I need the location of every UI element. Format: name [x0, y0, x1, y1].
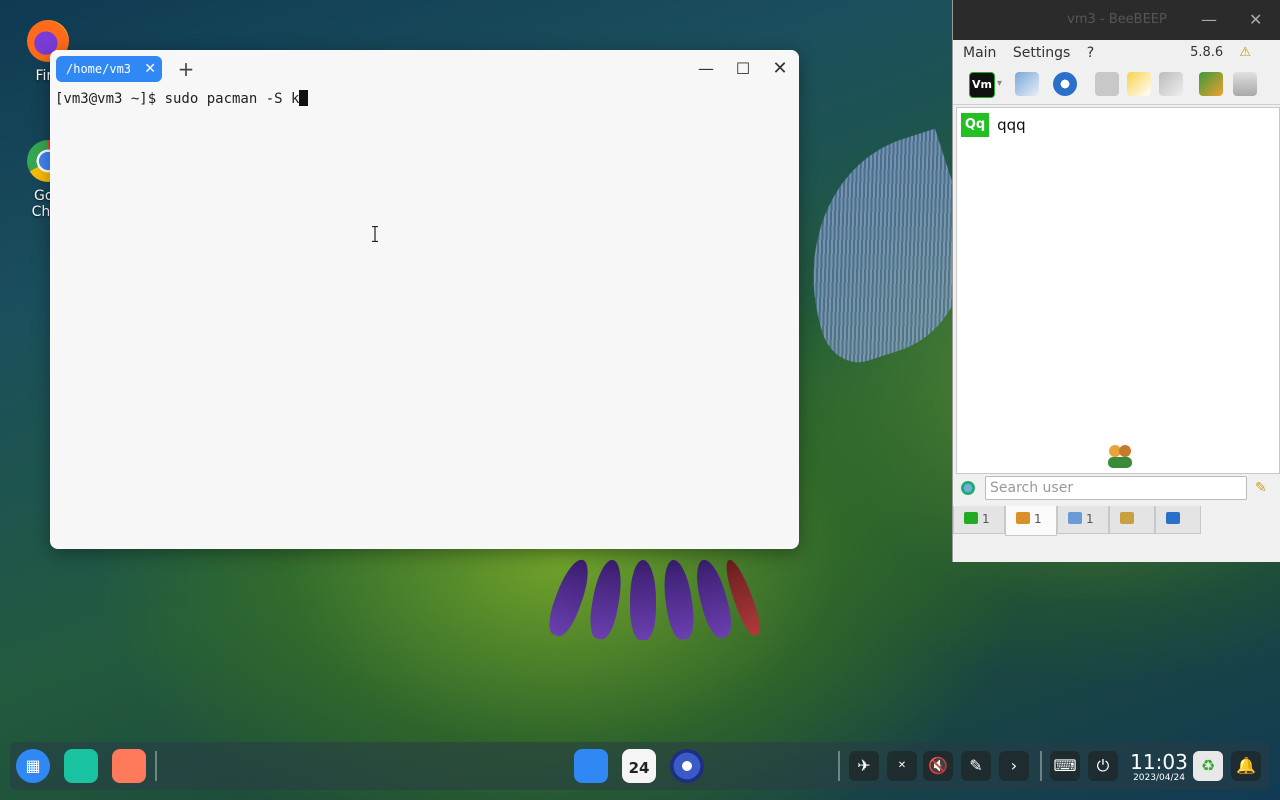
- close-button[interactable]: ✕: [766, 58, 794, 80]
- tab-group-chats[interactable]: [1109, 506, 1155, 534]
- notification-bell-icon[interactable]: 🔔: [1231, 751, 1261, 781]
- tools-icon[interactable]: [1159, 72, 1183, 96]
- version-label: 5.8.6 ⚠: [1190, 45, 1251, 60]
- beebeep-toolbar: Vm ▾: [953, 66, 1280, 105]
- close-tab-icon[interactable]: ✕: [144, 56, 156, 82]
- trash-icon[interactable]: [1233, 72, 1257, 96]
- home-icon[interactable]: [1095, 72, 1119, 96]
- chat-icon: [1068, 512, 1082, 524]
- user-list[interactable]: Qq qqq: [956, 107, 1280, 474]
- tab-chats[interactable]: 1: [1057, 506, 1109, 534]
- beebeep-window[interactable]: vm3 - BeeBEEP — ✕ Main Settings ? 5.8.6 …: [952, 0, 1280, 562]
- menu-settings[interactable]: Settings: [1013, 45, 1070, 61]
- network-icon[interactable]: [1053, 72, 1077, 96]
- terminal-tab-label: /home/vm3: [66, 62, 132, 76]
- edit-profile-icon[interactable]: [1015, 72, 1039, 96]
- tab-users[interactable]: 1: [953, 506, 1005, 534]
- avatar: Qq: [961, 113, 989, 137]
- divider: [155, 751, 157, 781]
- menu-main[interactable]: Main: [963, 45, 996, 61]
- new-tab-button[interactable]: +: [174, 56, 198, 82]
- maximize-button[interactable]: ☐: [729, 58, 757, 80]
- status-icon[interactable]: [961, 481, 975, 495]
- close-button[interactable]: ✕: [1249, 10, 1262, 29]
- search-input[interactable]: [985, 476, 1247, 500]
- share-icon: [1166, 512, 1180, 524]
- notification-tray-icon[interactable]: ✕: [887, 751, 917, 781]
- beebeep-titlebar[interactable]: vm3 - BeeBEEP — ✕: [953, 0, 1280, 40]
- minimize-button[interactable]: —: [1201, 10, 1217, 29]
- divider: [1040, 751, 1042, 781]
- search-bar: ✎: [953, 473, 1280, 505]
- calendar-icon[interactable]: 24: [622, 749, 656, 783]
- beebeep-title: vm3 - BeeBEEP: [1067, 12, 1167, 27]
- taskbar: ▦ 24 ✈ ✕ 🔇 ✎ › ⌨ ⏻ 11:03 2023/04/24 ♻ 🔔: [10, 742, 1270, 790]
- clock-date[interactable]: 2023/04/24: [1129, 773, 1189, 783]
- volume-muted-icon[interactable]: 🔇: [923, 751, 953, 781]
- chevron-right-icon[interactable]: ›: [999, 751, 1029, 781]
- divider: [838, 751, 840, 781]
- clock-time[interactable]: 11:03: [1129, 750, 1189, 774]
- multitasking-icon[interactable]: [64, 749, 98, 783]
- settings-gear-icon[interactable]: [670, 749, 704, 783]
- group-icon: [1108, 445, 1132, 468]
- groups-icon: [1120, 512, 1134, 524]
- beebeep-menubar: Main Settings ? 5.8.6 ⚠: [953, 40, 1280, 66]
- terminal-output[interactable]: [vm3@vm3 ~]$ sudo pacman -S k: [50, 88, 799, 109]
- profile-button[interactable]: Vm: [969, 72, 995, 98]
- download-icon[interactable]: [1199, 72, 1223, 96]
- launcher-icon[interactable]: ▦: [16, 749, 50, 783]
- terminal-tab[interactable]: /home/vm3 ✕: [56, 56, 162, 82]
- tab-groups[interactable]: 1: [1005, 506, 1057, 536]
- write-message-icon[interactable]: [1127, 72, 1151, 96]
- beebeep-tabs: 1 1 1: [953, 506, 1280, 536]
- file-manager-icon[interactable]: [574, 749, 608, 783]
- wallpaper-petals: [540, 545, 765, 642]
- beebeep-tray-icon[interactable]: ✈: [849, 751, 879, 781]
- keyboard-icon[interactable]: ⌨: [1050, 751, 1080, 781]
- clear-search-icon[interactable]: ✎: [1255, 480, 1267, 496]
- screenshot-icon[interactable]: ✎: [961, 751, 991, 781]
- recycle-bin-icon[interactable]: ♻: [1193, 751, 1223, 781]
- chevron-down-icon[interactable]: ▾: [997, 72, 1009, 96]
- text-cursor: [299, 90, 309, 106]
- terminal-window[interactable]: /home/vm3 ✕ + — ☐ ✕ [vm3@vm3 ~]$ sudo pa…: [50, 50, 799, 549]
- workspace-icon[interactable]: [112, 749, 146, 783]
- group-icon: [1016, 512, 1030, 524]
- minimize-button[interactable]: —: [692, 58, 720, 80]
- terminal-titlebar[interactable]: /home/vm3 ✕ + — ☐ ✕: [50, 50, 799, 88]
- power-icon[interactable]: ⏻: [1088, 751, 1118, 781]
- users-list-icon: [964, 512, 978, 524]
- user-name: qqq: [997, 116, 1026, 134]
- ibeam-cursor-icon: [372, 226, 378, 242]
- menu-help[interactable]: ?: [1087, 45, 1094, 61]
- terminal-command-line: [vm3@vm3 ~]$ sudo pacman -S k: [55, 91, 300, 107]
- tab-share[interactable]: [1155, 506, 1201, 534]
- list-item[interactable]: Qq qqq: [961, 113, 1026, 137]
